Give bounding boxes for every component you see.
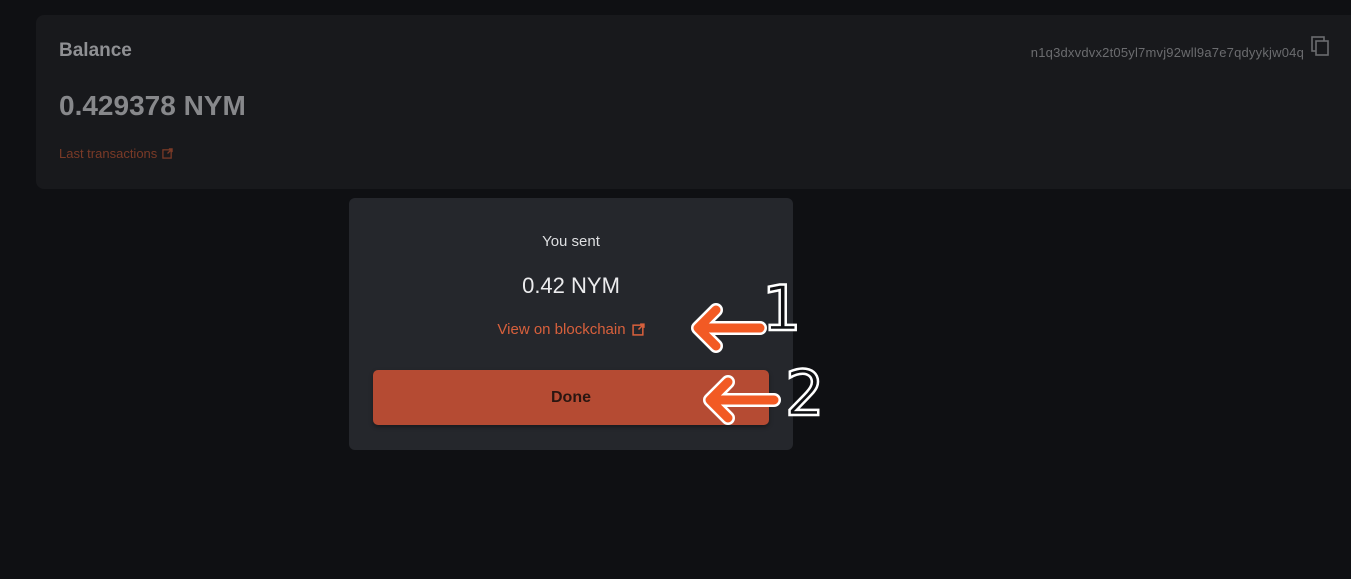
annotation-marker-1: 1 — [761, 272, 803, 345]
balance-title: Balance — [59, 40, 132, 61]
last-transactions-label: Last transactions — [59, 146, 158, 161]
external-link-icon — [631, 323, 645, 336]
view-on-blockchain-label: View on blockchain — [497, 321, 626, 338]
annotation-marker-2: 2 — [784, 357, 826, 430]
external-link-icon — [162, 148, 174, 159]
wallet-address: n1q3dxvdvx2t05yl7mvj92wll9a7e7qdyykjw04q — [1030, 45, 1304, 60]
sent-label: You sent — [542, 233, 600, 250]
copy-icon[interactable] — [1309, 35, 1331, 57]
balance-card: Balance 0.429378 NYM Last transactions n… — [36, 15, 1351, 189]
last-transactions-link[interactable]: Last transactions — [59, 146, 174, 161]
balance-amount: 0.429378 NYM — [59, 90, 246, 121]
